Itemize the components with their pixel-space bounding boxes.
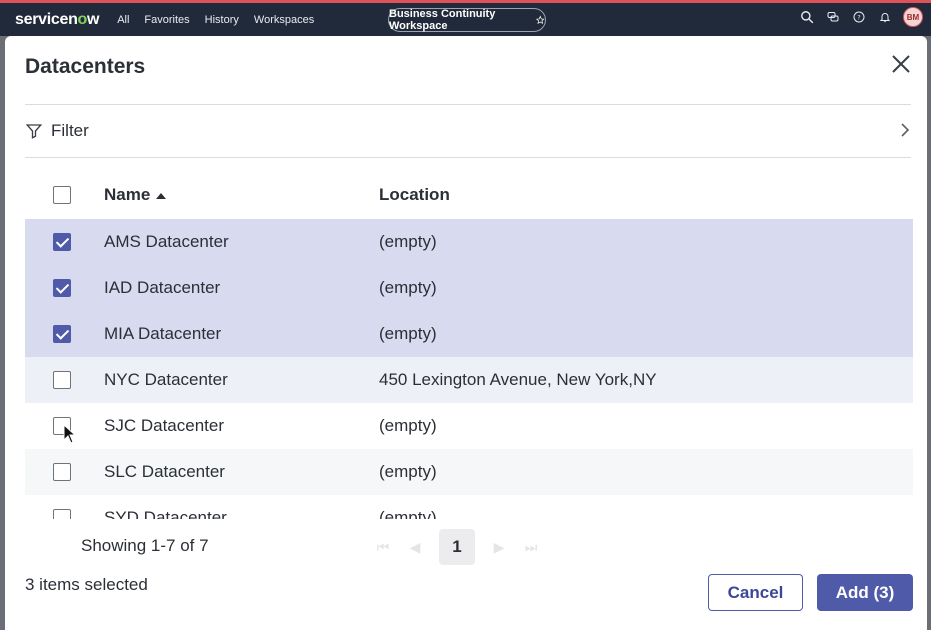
select-all-checkbox[interactable] [53,186,71,204]
previous-page-icon[interactable]: ◀ [407,539,423,556]
row-name: SJC Datacenter [104,416,224,435]
row-location: (empty) [379,462,437,481]
chat-icon[interactable] [825,9,841,25]
svg-text:?: ? [857,14,860,22]
table-row[interactable]: IAD Datacenter (empty) [25,265,913,311]
column-header-location[interactable]: Location [379,185,450,205]
search-icon[interactable] [799,9,815,25]
nav-link-favorites[interactable]: Favorites [144,14,189,26]
datacenters-table: Name Location AMS Datacenter (empty) IAD… [25,171,913,519]
cancel-button[interactable]: Cancel [708,574,803,611]
column-header-name-label: Name [104,185,151,204]
row-name: SLC Datacenter [104,462,225,481]
first-page-icon[interactable]: ⏮ [375,539,391,556]
sort-ascending-icon [156,192,167,199]
table-row[interactable]: NYC Datacenter 450 Lexington Avenue, New… [25,357,913,403]
table-row[interactable]: SLC Datacenter (empty) [25,449,913,495]
nav-links: All Favorites History Workspaces [117,14,314,26]
row-checkbox[interactable] [53,279,71,297]
row-checkbox[interactable] [53,371,71,389]
table-row[interactable]: MIA Datacenter (empty) [25,311,913,357]
divider [25,157,911,158]
star-icon[interactable] [536,15,545,25]
row-location: (empty) [379,508,437,519]
row-name: SYD Datacenter [104,508,227,519]
nav-link-workspaces[interactable]: Workspaces [254,14,314,26]
close-button[interactable] [889,52,913,76]
mouse-pointer-icon [63,424,77,444]
column-header-name[interactable]: Name [104,185,167,205]
row-checkbox[interactable] [53,233,71,251]
workspace-name: Business Continuity Workspace [389,8,496,32]
row-location: (empty) [379,278,437,297]
current-page-button[interactable]: 1 [439,529,475,565]
logo-text-prefix: servicen [15,10,78,28]
pagination-controls: ⏮ ◀ 1 ▶ ⏭ [375,529,539,565]
row-name: MIA Datacenter [104,324,222,343]
datacenters-modal: Datacenters Filter Name Location AMS Dat… [5,36,927,630]
row-checkbox[interactable] [53,325,71,343]
help-icon[interactable]: ? [851,9,867,25]
row-name: AMS Datacenter [104,232,229,251]
user-avatar[interactable]: BM [903,7,923,27]
row-location: (empty) [379,324,437,343]
filter-row[interactable]: Filter [25,105,911,157]
servicenow-logo[interactable]: servicenow [15,11,99,29]
table-row[interactable]: SYD Datacenter (empty) [25,495,913,519]
filter-label: Filter [51,121,89,140]
workspace-pill[interactable]: Business Continuity Workspace [388,8,546,32]
nav-icon-group: ? BM [799,7,923,27]
row-checkbox[interactable] [53,509,71,519]
logo-text-suffix: w [87,10,100,28]
row-name: NYC Datacenter [104,370,228,389]
filter-funnel-icon [25,124,43,139]
table-row[interactable]: SJC Datacenter (empty) [25,403,913,449]
top-navigation-bar: servicenow All Favorites History Workspa… [0,0,931,36]
add-button[interactable]: Add (3) [817,574,913,611]
nav-link-all[interactable]: All [117,14,129,26]
close-icon[interactable] [889,52,913,76]
table-header-row: Name Location [25,171,913,219]
selected-items-count: 3 items selected [25,575,148,594]
next-page-icon[interactable]: ▶ [491,539,507,556]
last-page-icon[interactable]: ⏭ [523,539,539,556]
pagination-summary: Showing 1-7 of 7 [81,536,209,555]
row-location: (empty) [379,416,437,435]
row-location: 450 Lexington Avenue, New York,NY [379,370,657,389]
table-row[interactable]: AMS Datacenter (empty) [25,219,913,265]
logo-text-o: o [77,10,88,28]
row-name: IAD Datacenter [104,278,221,297]
row-location: (empty) [379,232,437,251]
notifications-bell-icon[interactable] [877,9,893,25]
nav-link-history[interactable]: History [205,14,239,26]
modal-title: Datacenters [25,55,146,78]
chevron-right-icon[interactable] [899,121,911,139]
row-checkbox[interactable] [53,463,71,481]
